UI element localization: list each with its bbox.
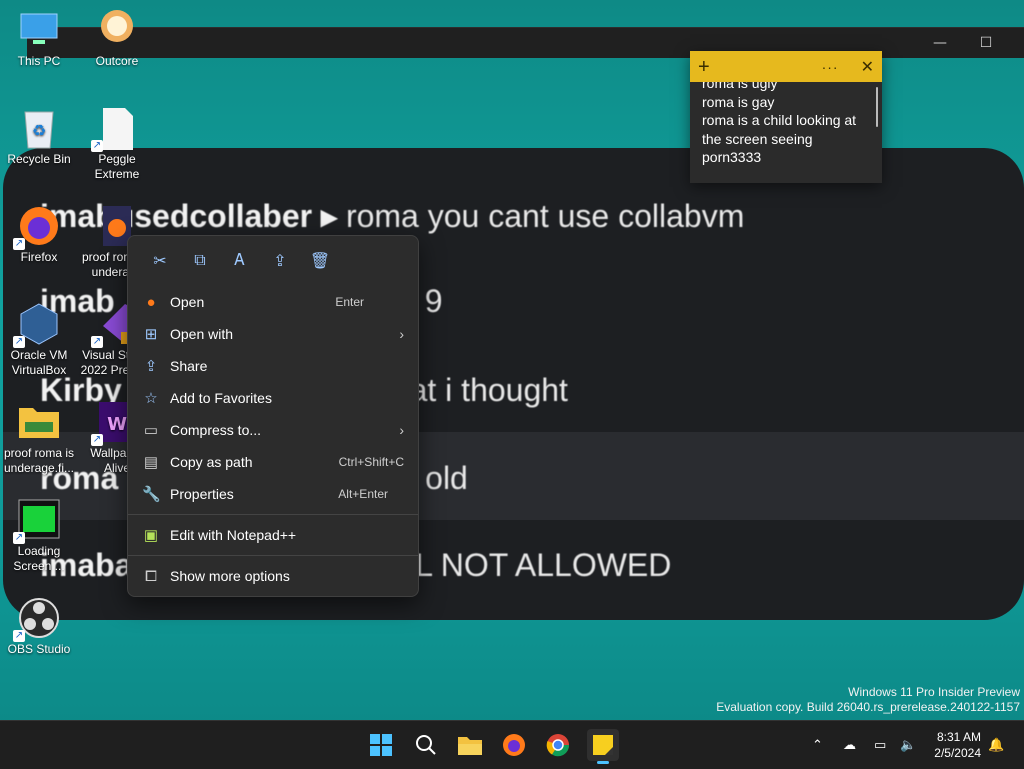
path-icon: ▤ — [143, 454, 159, 471]
shortcut-arrow-icon: ↗ — [13, 238, 25, 250]
delete-icon[interactable]: 🗑 — [300, 245, 340, 277]
add-note-icon[interactable]: + — [698, 57, 710, 77]
menu-item-show-more-options[interactable]: ⧠ Show more options — [128, 560, 418, 592]
notepadpp-icon: ▣ — [143, 527, 159, 544]
zip-icon: ▭ — [143, 422, 159, 439]
sticky-note: + ··· ✕ roma is ugly roma is gay roma is… — [690, 51, 882, 183]
svg-text:♻: ♻ — [32, 121, 46, 140]
file-icon: ↗ — [91, 106, 139, 152]
desktop-icon-peggle-extreme[interactable]: ↗ Peggle Extreme — [79, 106, 155, 182]
star-icon: ☆ — [144, 390, 158, 407]
taskbar: ⌃ ☁ ▭ 🔈 8:31 AM 2/5/2024 🔔 — [0, 720, 1024, 769]
sticky-note-scrollbar[interactable] — [876, 87, 878, 127]
chevron-right-icon: › — [399, 422, 404, 438]
wrench-icon: 🔧 — [142, 486, 161, 503]
menu-item-compress-to[interactable]: ▭ Compress to... › — [128, 414, 418, 446]
clock[interactable]: 8:31 AM 2/5/2024 — [934, 729, 981, 761]
desktop-icon-recycle-bin[interactable]: ♻ Recycle Bin — [1, 106, 77, 167]
cut-icon[interactable]: ✂ — [140, 245, 180, 277]
start-icon[interactable] — [365, 729, 397, 761]
maximize-icon[interactable]: ☐ — [963, 28, 1009, 58]
shortcut-arrow-icon: ↗ — [13, 336, 25, 348]
file-explorer-icon[interactable] — [454, 729, 486, 761]
search-icon[interactable] — [410, 729, 442, 761]
desktop-icon-outcore[interactable]: Outcore — [79, 8, 155, 69]
loading-screen-icon: ↗ — [13, 498, 61, 544]
share-icon: ⇪ — [144, 358, 158, 375]
virtualbox-icon: ↗ — [13, 302, 61, 348]
volume-icon[interactable]: 🔈 — [900, 721, 916, 769]
menu-item-copy-as-path[interactable]: ▤ Copy as path Ctrl+Shift+C — [128, 446, 418, 478]
more-options-icon: ⧠ — [144, 567, 157, 585]
network-icon[interactable]: ▭ — [874, 721, 886, 769]
menu-item-edit-with-notepadpp[interactable]: ▣ Edit with Notepad++ — [128, 519, 418, 551]
sticky-note-header: + ··· ✕ — [690, 51, 882, 82]
recycle-bin-icon: ♻ — [17, 106, 61, 150]
sticky-note-text[interactable]: roma is ugly roma is gay roma is a child… — [690, 82, 882, 184]
show-hidden-icons-icon[interactable]: ⌃ — [812, 721, 823, 769]
menu-item-share[interactable]: ⇪ Share — [128, 350, 418, 382]
desktop-icon-this-pc[interactable]: This PC — [1, 8, 77, 69]
chrome-icon[interactable] — [542, 729, 574, 761]
close-icon[interactable]: ✕ — [861, 57, 874, 77]
copy-icon[interactable]: ⧉ — [180, 245, 220, 277]
rename-icon[interactable]: Ꭺ — [220, 245, 260, 277]
open-with-icon: ⊞ — [144, 326, 158, 343]
context-menu: ✂ ⧉ Ꭺ ⇪ 🗑 ● Open Enter ⊞ Open with › ⇪ S… — [127, 235, 419, 597]
firefox-icon: ● — [146, 293, 156, 311]
desktop-icon-loading-screen[interactable]: ↗ Loading Screen ... — [1, 498, 77, 574]
firefox-taskbar-icon[interactable] — [498, 729, 530, 761]
minimize-icon[interactable]: — — [917, 28, 963, 58]
menu-item-add-to-favorites[interactable]: ☆ Add to Favorites — [128, 382, 418, 414]
shortcut-arrow-icon: ↗ — [13, 630, 25, 642]
firefox-icon: ↗ — [13, 204, 61, 250]
shortcut-arrow-icon: ↗ — [13, 532, 25, 544]
notification-bell-icon[interactable]: 🔔 — [988, 721, 1004, 769]
menu-separator — [128, 514, 418, 515]
more-icon[interactable]: ··· — [822, 59, 839, 75]
monitor-icon — [17, 8, 61, 52]
outcore-icon — [95, 8, 139, 52]
desktop-icon-obs-studio[interactable]: ↗ OBS Studio — [1, 596, 77, 657]
context-menu-toolbar: ✂ ⧉ Ꭺ ⇪ 🗑 — [128, 236, 418, 286]
shortcut-arrow-icon: ↗ — [91, 336, 103, 348]
obs-icon: ↗ — [13, 596, 61, 642]
menu-separator — [128, 555, 418, 556]
share-icon[interactable]: ⇪ — [260, 245, 300, 277]
active-indicator — [597, 761, 609, 764]
chevron-right-icon: › — [399, 326, 404, 342]
svg-text:W: W — [107, 414, 127, 435]
shortcut-arrow-icon: ↗ — [91, 140, 103, 152]
desktop-icon-proof-folder[interactable]: proof roma is underage.fi... — [1, 400, 77, 476]
onedrive-icon[interactable]: ☁ — [843, 721, 856, 769]
shortcut-arrow-icon: ↗ — [91, 434, 103, 446]
sticky-notes-taskbar-icon[interactable] — [587, 729, 619, 764]
folder-icon — [17, 400, 61, 444]
desktop-icon-firefox[interactable]: ↗ Firefox — [1, 204, 77, 265]
menu-item-open[interactable]: ● Open Enter — [128, 286, 418, 318]
menu-item-open-with[interactable]: ⊞ Open with › — [128, 318, 418, 350]
desktop-icon-virtualbox[interactable]: ↗ Oracle VM VirtualBox — [1, 302, 77, 378]
menu-item-properties[interactable]: 🔧 Properties Alt+Enter — [128, 478, 418, 510]
windows-watermark: Windows 11 Pro Insider Preview Evaluatio… — [716, 685, 1020, 714]
